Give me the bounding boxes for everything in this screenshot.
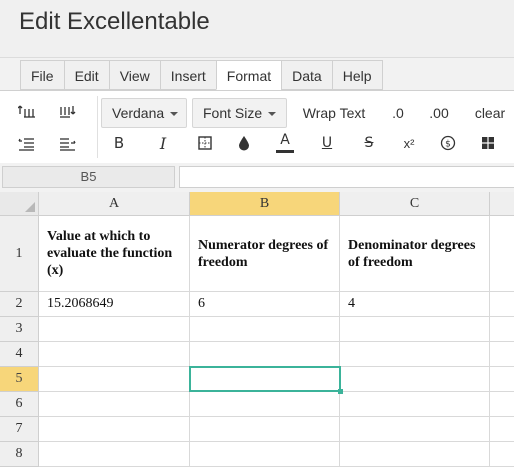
cell-a6[interactable] [39,392,190,417]
cell-b2[interactable]: 6 [190,292,340,317]
font-color-swatch [276,149,294,153]
font-family-dropdown[interactable]: Verdana [101,98,187,128]
spreadsheet-grid: A B C 1 2 3 4 5 6 7 8 Value at which to … [0,192,514,470]
cell-a1[interactable]: Value at which to evaluate the function … [39,216,190,292]
cell-d3[interactable] [490,317,514,342]
cell-c2[interactable]: 4 [340,292,490,317]
fill-handle[interactable] [338,389,343,394]
row-header-3[interactable]: 3 [0,317,39,342]
title-bar: Edit Excellentable [0,0,514,58]
cell-a7[interactable] [39,417,190,442]
menu-file[interactable]: File [20,60,64,90]
cell-a2[interactable]: 15.2068649 [39,292,190,317]
cell-d2[interactable] [490,292,514,317]
font-size-dropdown[interactable]: Font Size [192,98,287,128]
cell-d8[interactable] [490,442,514,467]
cell-c3[interactable] [340,317,490,342]
superscript-button[interactable]: x² [398,133,420,153]
insert-column-left-icon[interactable] [16,135,38,153]
row-header-2[interactable]: 2 [0,292,39,317]
column-header-c[interactable]: C [340,192,490,216]
underline-button[interactable]: U [316,133,338,153]
column-header-b[interactable]: B [190,192,340,216]
fill-color-icon[interactable] [233,133,255,153]
formula-input[interactable] [179,166,514,188]
font-family-value: Verdana [112,105,165,121]
insert-row-above-icon[interactable] [16,103,38,121]
font-size-value: Font Size [203,105,263,121]
decrease-decimal-button[interactable]: .0 [386,102,410,124]
cell-b7[interactable] [190,417,340,442]
italic-button[interactable]: I [152,133,174,153]
menu-data[interactable]: Data [281,60,332,90]
svg-text:$: $ [445,140,451,150]
cell-d1[interactable] [490,216,514,292]
cell-c6[interactable] [340,392,490,417]
menu-view[interactable]: View [108,60,160,90]
strikethrough-button[interactable]: S [358,133,380,153]
cell-b4[interactable] [190,342,340,367]
row-header-1[interactable]: 1 [0,216,39,292]
row-header-4[interactable]: 4 [0,342,39,367]
row-header-7[interactable]: 7 [0,417,39,442]
cell-a3[interactable] [39,317,190,342]
cell-a8[interactable] [39,442,190,467]
menu-insert[interactable]: Insert [159,60,216,90]
row-header-5[interactable]: 5 [0,367,39,392]
select-all-corner[interactable] [0,192,39,216]
cell-c8[interactable] [340,442,490,467]
column-header-a[interactable]: A [39,192,190,216]
currency-icon[interactable]: $ [437,133,459,153]
clear-format-button[interactable]: clear [470,102,510,124]
borders-icon[interactable] [194,133,216,153]
cell-a4[interactable] [39,342,190,367]
cell-b3[interactable] [190,317,340,342]
cell-d7[interactable] [490,417,514,442]
row-header-8[interactable]: 8 [0,442,39,467]
chevron-down-icon [170,112,179,117]
cell-c7[interactable] [340,417,490,442]
cell-c5[interactable] [340,367,490,392]
font-color-label: A [280,131,290,148]
cell-b1[interactable]: Numerator degrees of freedom [190,216,340,292]
cell-a5[interactable] [39,367,190,392]
row-header-6[interactable]: 6 [0,392,39,417]
toolbar-divider [97,96,98,158]
menu-help[interactable]: Help [331,60,383,90]
cell-b6[interactable] [190,392,340,417]
selected-cell-outline [189,366,341,392]
menu-format[interactable]: Format [215,60,282,90]
font-color-button[interactable]: A [274,131,296,153]
cell-c4[interactable] [340,342,490,367]
column-header-d[interactable] [490,192,514,216]
increase-decimal-button[interactable]: .00 [424,102,454,124]
menu-edit[interactable]: Edit [63,60,109,90]
wrap-text-button[interactable]: Wrap Text [296,102,372,124]
cell-d4[interactable] [490,342,514,367]
app-title: Edit Excellentable [19,8,210,35]
menu-bar: File Edit View Insert Format Data Help [20,60,383,90]
cell-c1[interactable]: Denominator degrees of freedom [340,216,490,292]
cell-b8[interactable] [190,442,340,467]
insert-row-below-icon[interactable] [56,103,78,121]
name-box[interactable]: B5 [2,166,175,188]
cell-d6[interactable] [490,392,514,417]
merge-cells-icon[interactable] [477,133,499,153]
insert-column-right-icon[interactable] [56,135,78,153]
chevron-down-icon [268,112,277,117]
cell-d5[interactable] [490,367,514,392]
bold-button[interactable]: B [108,133,130,153]
